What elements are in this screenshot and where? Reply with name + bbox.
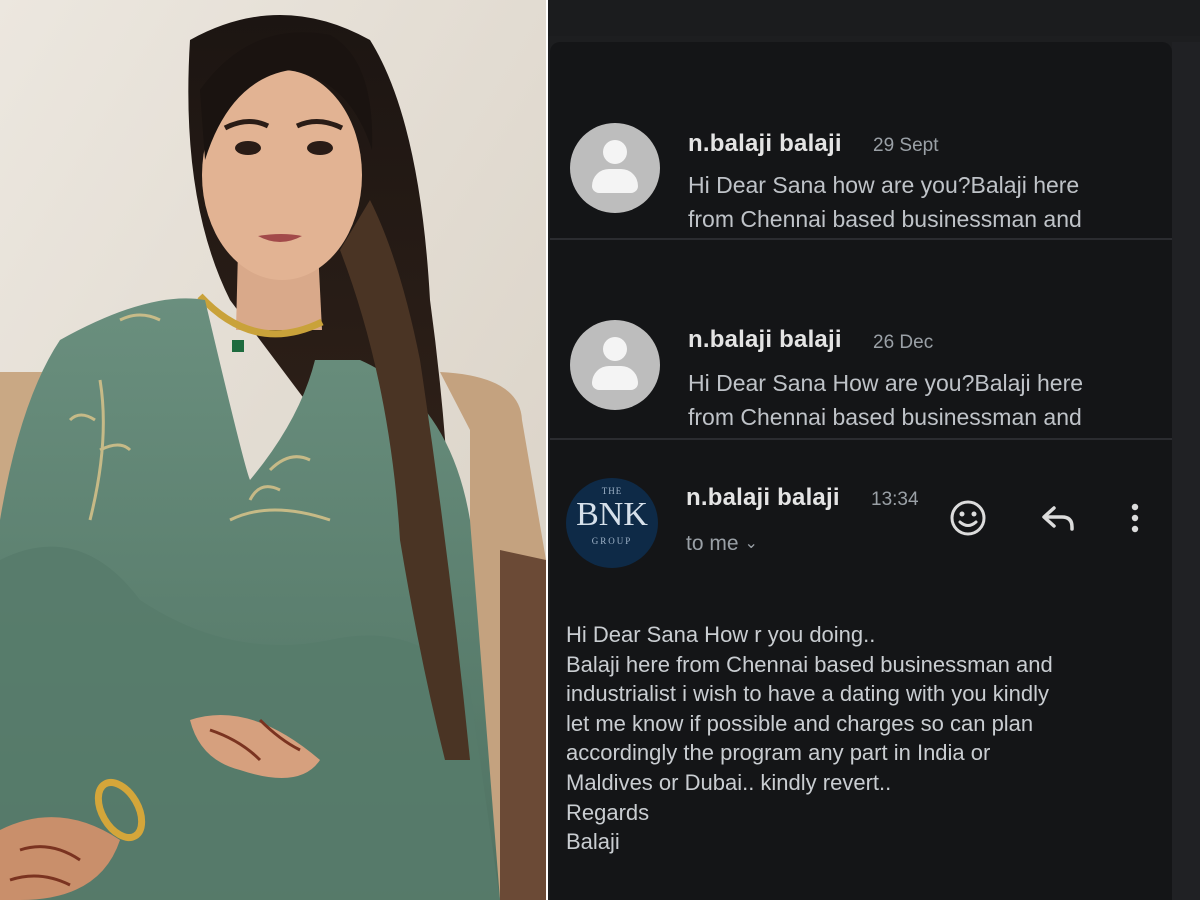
snippet-line: Hi Dear Sana how are you?Balaji here [688,172,1080,198]
top-bar [548,0,1200,36]
email-list-item[interactable]: n.balaji balaji 26 Dec Hi Dear Sana How … [550,284,1172,480]
reply-icon[interactable] [1036,496,1080,540]
email-snippet: Hi Dear Sana how are you?Balaji here fro… [688,168,1168,236]
snippet-line: Hi Dear Sana How are you?Balaji here [688,370,1084,396]
sender-name: n.balaji balaji [688,326,842,353]
email-date: 29 Sept [873,135,939,156]
person-icon [570,320,660,410]
right-edge [1172,42,1200,900]
portrait-illustration [0,0,546,900]
snippet-line: from Chennai based businessman and [688,404,1082,430]
divider [550,438,1172,440]
body-line: Maldives or Dubai.. kindly revert.. [566,769,892,795]
smile-icon[interactable] [946,496,990,540]
body-line: Hi Dear Sana How r you doing.. [566,622,876,647]
logo-text-top: THE [601,486,623,496]
body-line: accordingly the program any part in Indi… [566,740,991,766]
open-email-time: 13:34 [871,489,919,510]
divider [550,238,1172,240]
email-body: Hi Dear Sana How r you doing.. Balaji he… [566,620,1166,857]
email-date: 26 Dec [873,332,934,353]
email-snippet: Hi Dear Sana How are you?Balaji here fro… [688,366,1168,434]
logo-text-bottom: GROUP [591,536,633,546]
logo-text-main: BNK [576,496,648,533]
body-line: let me know if possible and charges so c… [566,710,1034,736]
more-vertical-icon[interactable] [1113,496,1157,540]
portrait-photo [0,0,546,900]
bnk-group-logo-avatar: THE BNK GROUP [566,478,658,568]
body-line: Regards [566,799,650,825]
recipient-label: to me [686,532,739,555]
open-email-sender: n.balaji balaji [686,484,840,511]
person-icon [570,123,660,213]
email-app-screenshot: n.balaji balaji 29 Sept Hi Dear Sana how… [548,0,1200,900]
body-line: Balaji here from Chennai based businessm… [566,651,1053,677]
body-line: Balaji [566,829,620,855]
snippet-line: from Chennai based businessman and [688,206,1082,232]
email-list-item[interactable]: n.balaji balaji 29 Sept Hi Dear Sana how… [550,90,1172,280]
sender-name: n.balaji balaji [688,130,842,157]
body-line: industrialist i wish to have a dating wi… [566,681,1050,707]
screenshot-collage: n.balaji balaji 29 Sept Hi Dear Sana how… [0,0,1200,900]
chevron-down-icon: ⌄ [744,535,758,552]
recipient-toggle[interactable]: to me ⌄ [686,532,758,556]
